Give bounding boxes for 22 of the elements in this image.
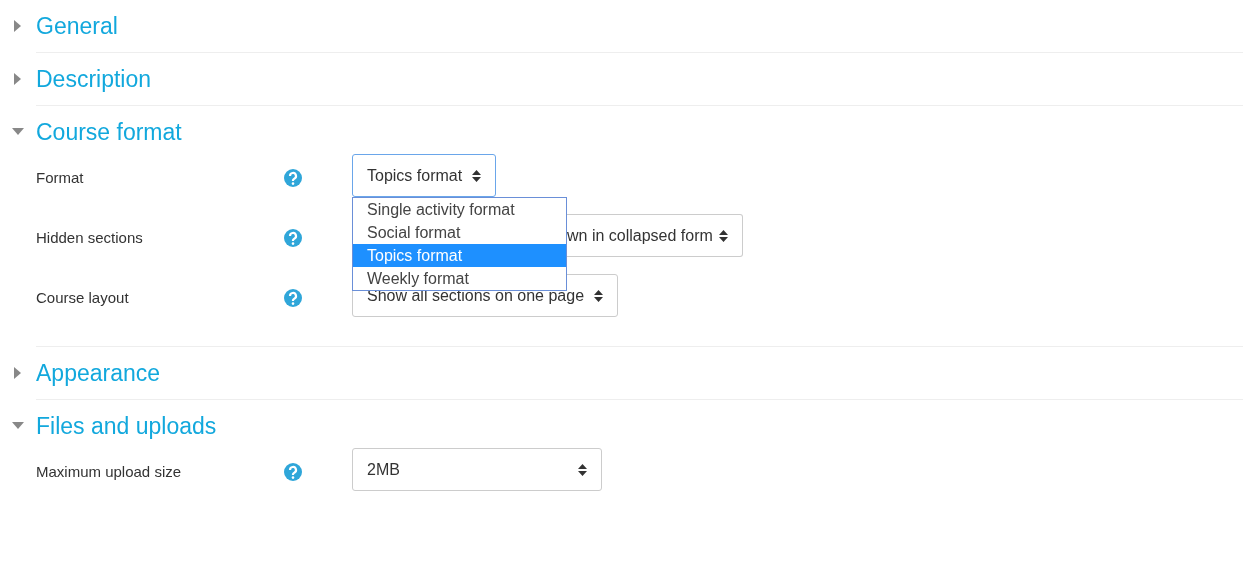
field-label: Maximum upload size bbox=[36, 462, 183, 482]
up-down-arrows-icon bbox=[594, 289, 604, 302]
up-down-arrows-icon bbox=[718, 229, 728, 242]
select-field[interactable]: 2MB bbox=[352, 448, 602, 491]
field-label: Hidden sections bbox=[36, 228, 144, 248]
up-down-arrows-icon bbox=[578, 463, 587, 476]
help-icon[interactable] bbox=[284, 229, 302, 247]
field-label: Format bbox=[36, 168, 85, 188]
field-label: Course layout bbox=[36, 288, 130, 308]
caret-right-icon[interactable] bbox=[14, 20, 22, 32]
select-field[interactable]: Topics format bbox=[352, 154, 497, 197]
caret-down-icon[interactable] bbox=[12, 422, 24, 430]
select-field[interactable]: wn in collapsed form bbox=[567, 214, 743, 257]
help-icon[interactable] bbox=[284, 289, 302, 307]
caret-right-icon[interactable] bbox=[14, 367, 22, 379]
help-icon[interactable] bbox=[284, 169, 302, 187]
caret-right-icon[interactable] bbox=[14, 73, 22, 85]
dropdown-option[interactable]: Single activity format bbox=[353, 198, 566, 221]
up-down-arrows-icon bbox=[472, 169, 482, 182]
caret-down-icon[interactable] bbox=[12, 128, 24, 136]
help-icon[interactable] bbox=[284, 463, 302, 481]
dropdown-option[interactable]: Social format bbox=[353, 221, 566, 244]
